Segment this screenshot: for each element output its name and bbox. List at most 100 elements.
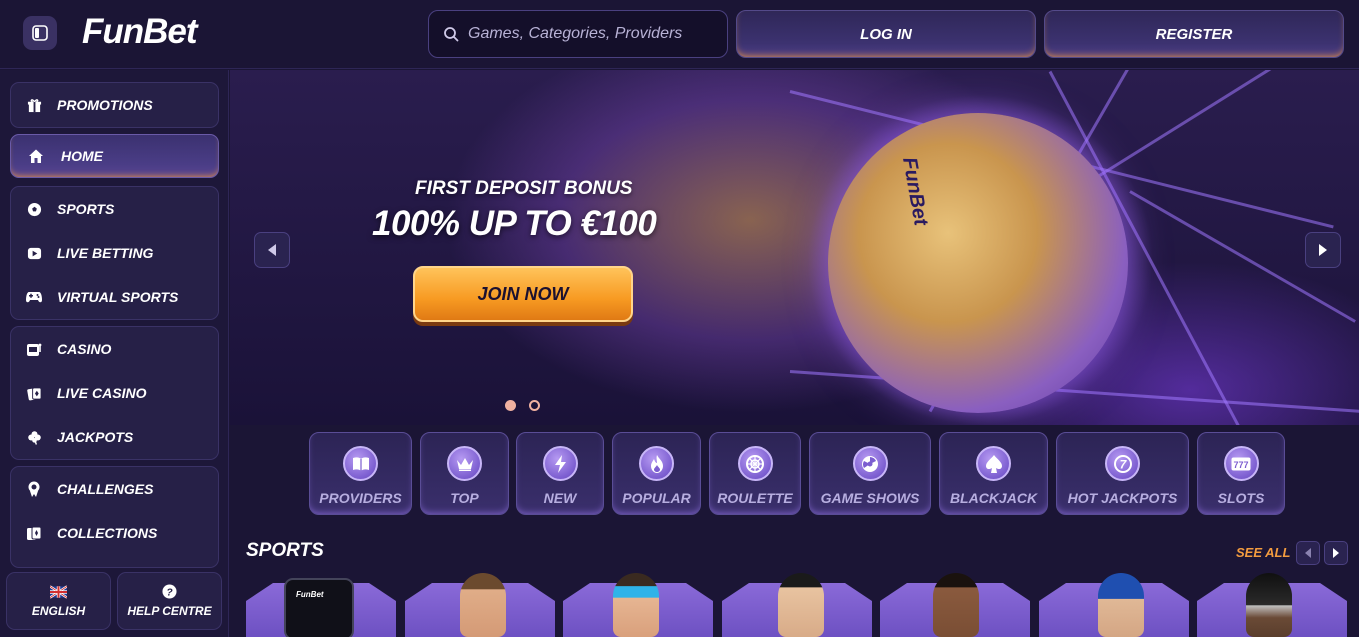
sidebar-item-live-casino[interactable]: LIVE CASINO [11,371,218,415]
chevron-right-icon [1333,548,1339,558]
sidebar-item-challenges[interactable]: CHALLENGES [11,467,218,511]
slot-machine-icon [26,341,42,357]
lightning-icon [542,446,578,481]
category-label: NEW [543,490,577,506]
roulette-icon [737,446,773,481]
login-button[interactable]: LOG IN [736,10,1036,58]
chevron-left-icon [1305,548,1311,558]
sidebar-group-promotions: PROMOTIONS [10,82,219,128]
live-play-icon [26,245,42,261]
svg-text:?: ? [166,587,173,598]
athlete-image [778,573,824,637]
athlete-image [1246,573,1292,637]
svg-text:777: 777 [1233,460,1248,470]
see-all-link[interactable]: SEE ALL [1236,545,1290,560]
help-centre-button[interactable]: ? HELP CENTRE [117,572,222,630]
category-slots[interactable]: 777 SLOTS [1197,432,1285,515]
sidebar-item-label: CHALLENGES [57,481,154,497]
carousel-dot[interactable] [529,400,540,411]
sidebar: PROMOTIONS HOME SPORTS LIVE BETTING VIRT… [0,70,229,637]
hero-title: 100% UP TO €100 [372,204,657,243]
home-icon [28,148,44,164]
uk-flag-icon [50,584,67,599]
phone-brand-text: FunBet [296,590,324,599]
chevron-left-icon [268,244,276,256]
category-roulette[interactable]: ROULETTE [709,432,801,515]
language-label: ENGLISH [31,603,86,618]
category-providers[interactable]: PROVIDERS [309,432,412,515]
gamepad-icon [26,289,42,305]
flame-icon [639,446,674,481]
funbet-logo[interactable]: FunBet [82,12,198,52]
sports-next-button[interactable] [1324,541,1348,565]
category-hot-jackpots[interactable]: 7 HOT JACKPOTS [1056,432,1189,515]
sidebar-item-label: PROMOTIONS [57,97,153,113]
category-popular[interactable]: POPULAR [612,432,701,515]
sidebar-item-virtual-sports[interactable]: VIRTUAL SPORTS [11,275,218,319]
hero-subtitle: FIRST DEPOSIT BONUS [415,178,633,199]
sidebar-item-home[interactable]: HOME [10,134,219,178]
help-icon: ? [162,584,177,599]
category-label: BLACKJACK [949,490,1038,506]
clover-icon [26,429,42,445]
medal-icon [26,481,42,497]
search-box[interactable] [428,10,728,58]
sidebar-item-label: HOME [61,148,103,164]
sidebar-toggle-button[interactable] [23,16,57,50]
sidebar-item-label: JACKPOTS [57,429,134,445]
sidebar-item-jackpots[interactable]: JACKPOTS [11,415,218,459]
category-label: GAME SHOWS [820,490,920,506]
sidebar-item-label: LIVE BETTING [57,245,154,261]
spade-icon [976,446,1011,481]
sports-prev-button[interactable] [1296,541,1320,565]
sidebar-item-promotions[interactable]: PROMOTIONS [11,83,218,127]
sidebar-item-collections[interactable]: COLLECTIONS [11,511,218,555]
athlete-image [933,573,979,637]
hero-banner[interactable]: FunBet FIRST DEPOSIT BONUS 100% UP TO €1… [230,70,1359,425]
wheel-icon [852,446,888,481]
language-button[interactable]: ENGLISH [6,572,111,630]
soccer-ball-icon [26,201,42,217]
sidebar-toggle-icon [32,25,48,41]
hero-prev-button[interactable] [254,232,290,268]
search-input[interactable] [468,25,718,43]
cards-icon [26,385,42,401]
register-button[interactable]: REGISTER [1044,10,1344,58]
top-header: FunBet LOG IN REGISTER [0,0,1359,69]
sidebar-item-label: VIRTUAL SPORTS [57,289,179,305]
sidebar-group-casino: CASINO LIVE CASINO JACKPOTS [10,326,219,460]
gift-icon [26,97,42,113]
search-icon [444,27,459,42]
sidebar-item-sports[interactable]: SPORTS [11,187,218,231]
hero-next-button[interactable] [1305,232,1341,268]
category-blackjack[interactable]: BLACKJACK [939,432,1048,515]
help-centre-label: HELP CENTRE [127,604,212,618]
category-label: TOP [450,490,479,506]
join-now-button[interactable]: JOIN NOW [413,266,633,322]
category-game-shows[interactable]: GAME SHOWS [809,432,931,515]
sports-section-title: SPORTS [246,540,324,561]
sidebar-item-casino[interactable]: CASINO [11,327,218,371]
sidebar-group-sports: SPORTS LIVE BETTING VIRTUAL SPORTS [10,186,219,320]
category-label: SLOTS [1217,490,1265,506]
category-new[interactable]: NEW [516,432,604,515]
chevron-right-icon [1319,244,1327,256]
carousel-dot-active[interactable] [505,400,516,411]
category-top[interactable]: TOP [420,432,509,515]
sidebar-item-label: CASINO [57,341,112,357]
sidebar-item-live-betting[interactable]: LIVE BETTING [11,231,218,275]
athlete-image [1098,573,1144,637]
category-label: ROULETTE [717,490,793,506]
athlete-image [613,573,659,637]
sidebar-group-extra: CHALLENGES COLLECTIONS [10,466,219,568]
category-label: POPULAR [622,490,691,506]
sidebar-item-label: COLLECTIONS [57,525,158,541]
crown-icon [447,446,482,481]
sidebar-item-label: SPORTS [57,201,115,217]
jackpot-coin-icon: 7 [1105,446,1140,481]
athlete-image [460,573,506,637]
svg-text:7: 7 [1119,457,1127,471]
collection-cards-icon [26,525,42,541]
sidebar-item-label: LIVE CASINO [57,385,147,401]
book-icon [343,446,378,481]
